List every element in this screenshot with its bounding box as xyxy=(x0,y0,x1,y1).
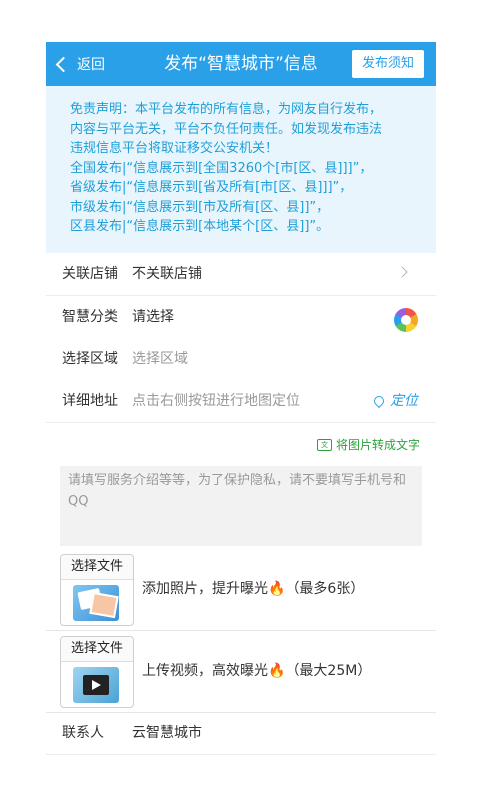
disclaimer-line: 区县发布|“信息展示到[本地某个[区、县]]”。 xyxy=(70,219,330,234)
shop-label: 关联店铺 xyxy=(62,266,118,282)
photo-upload-text: 添加照片，提升曝光🔥（最多6张） xyxy=(142,548,364,630)
pinwheel-icon[interactable] xyxy=(394,308,418,332)
choose-file-button[interactable]: 选择文件 xyxy=(61,555,133,580)
photo-file-picker[interactable]: 选择文件 xyxy=(60,554,134,626)
fire-icon: 🔥 xyxy=(268,663,286,679)
disclaimer-line: 违规信息平台将取证移交公安机关！ xyxy=(70,141,279,156)
address-label: 详细地址 xyxy=(62,393,118,409)
address-row: 详细地址 点击右侧按钮进行地图定位 定位 xyxy=(46,380,436,423)
publish-notice-button[interactable]: 发布须知 xyxy=(352,50,424,78)
contact-value[interactable]: 云智慧城市 xyxy=(132,712,202,754)
description-textarea[interactable]: 请填写服务介绍等等，为了保护隐私，请不要填写手机号和QQ xyxy=(60,466,422,546)
region-label: 选择区域 xyxy=(62,351,118,367)
video-file-picker[interactable]: 选择文件 xyxy=(60,636,134,708)
video-upload-label: 上传视频，高效曝光 xyxy=(142,663,268,679)
shop-row[interactable]: 关联店铺 不关联店铺 xyxy=(46,253,436,296)
address-input[interactable]: 点击右侧按钮进行地图定位 xyxy=(132,380,300,422)
publish-page: 返回 发布“智慧城市”信息 发布须知 免责声明：本平台发布的所有信息，为网友自行… xyxy=(46,42,436,758)
image-text-icon: 文 xyxy=(316,438,332,451)
category-label: 智慧分类 xyxy=(62,309,118,325)
category-value: 请选择 xyxy=(132,309,174,325)
disclaimer-line: 市级发布|“信息展示到[市及所有[区、县]]”， xyxy=(70,199,330,215)
contact-row[interactable]: 联系人 云智慧城市 xyxy=(46,712,436,755)
locate-button[interactable]: 定位 xyxy=(371,380,418,422)
video-limit: （最大25M） xyxy=(285,663,372,679)
locate-label: 定位 xyxy=(390,393,418,409)
convert-label: 将图片转成文字 xyxy=(335,438,420,452)
disclaimer-line: 省级发布|“信息展示到[省及所有[市[区、县]]]”， xyxy=(70,180,353,195)
fire-icon: 🔥 xyxy=(268,581,286,597)
disclaimer-line: 全国发布|“信息展示到[全国3260个[市[区、县]]]”， xyxy=(70,160,373,176)
photo-limit: （最多6张） xyxy=(285,581,365,597)
region-input[interactable]: 选择区域 xyxy=(132,338,188,380)
photo-icon xyxy=(73,585,119,621)
video-upload-row: 选择文件 上传视频，高效曝光🔥（最大25M） xyxy=(46,630,436,713)
image-to-text-button[interactable]: 文 将图片转成文字 xyxy=(316,436,420,453)
location-pin-icon xyxy=(371,393,387,409)
disclaimer-line: 内容与平台无关，平台不负任何责任。如发现发布违法 xyxy=(70,121,383,137)
video-icon xyxy=(73,667,119,703)
shop-value: 不关联店铺 xyxy=(132,266,202,282)
region-row[interactable]: 选择区域 选择区域 xyxy=(46,338,436,381)
photo-upload-row: 选择文件 添加照片，提升曝光🔥（最多6张） xyxy=(46,548,436,631)
contact-label: 联系人 xyxy=(62,725,104,741)
photo-upload-label: 添加照片，提升曝光 xyxy=(142,581,268,597)
chevron-right-icon xyxy=(396,266,408,278)
choose-file-button[interactable]: 选择文件 xyxy=(61,637,133,662)
video-upload-text: 上传视频，高效曝光🔥（最大25M） xyxy=(142,630,371,712)
top-bar: 返回 发布“智慧城市”信息 发布须知 xyxy=(46,42,436,86)
disclaimer-line: 免责声明：本平台发布的所有信息，为网友自行发布， xyxy=(70,102,383,117)
category-row[interactable]: 智慧分类 请选择 xyxy=(46,296,436,339)
